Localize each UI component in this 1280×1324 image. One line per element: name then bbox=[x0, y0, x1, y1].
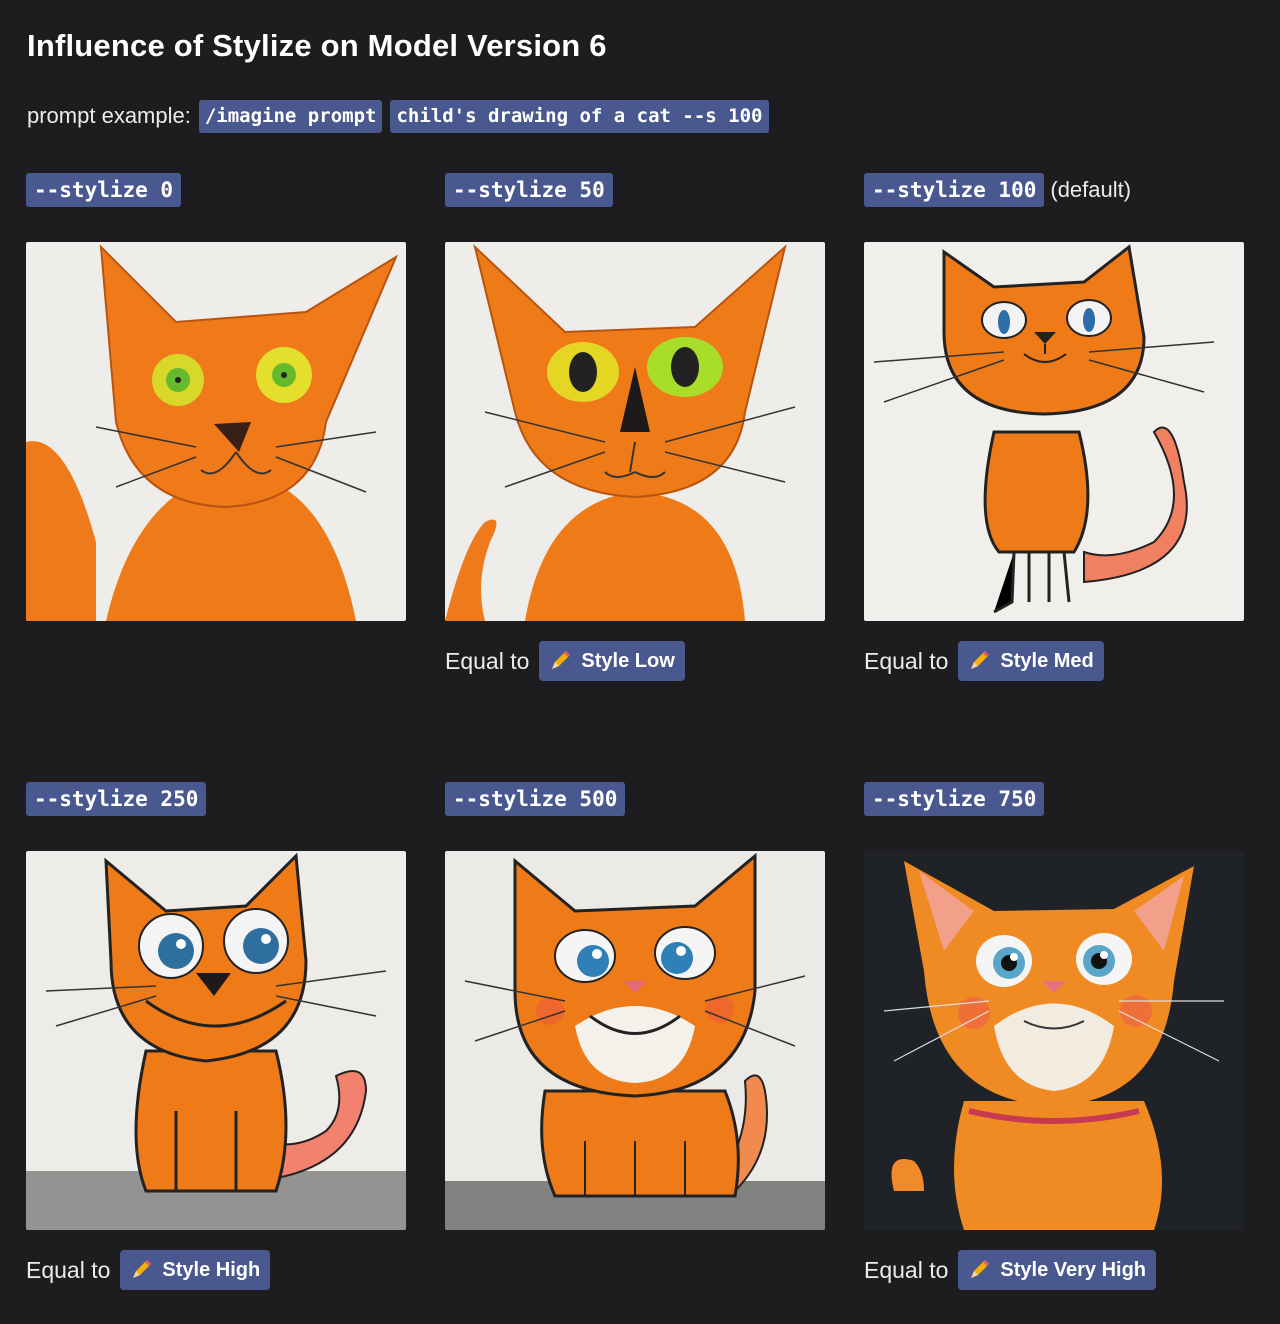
prompt-example: prompt example: /imagine prompt child's … bbox=[27, 99, 769, 133]
page-title: Influence of Stylize on Model Version 6 bbox=[27, 28, 607, 63]
style-low-button[interactable]: Style Low bbox=[539, 641, 685, 681]
equal-to-label: Equal to bbox=[864, 647, 949, 674]
cat-image-stylize-0 bbox=[26, 242, 406, 621]
stylize-param: --stylize 750 bbox=[864, 782, 1045, 816]
stylize-param: --stylize 500 bbox=[445, 782, 626, 816]
style-low-label: Style Low bbox=[581, 649, 675, 672]
prompt-command-code: /imagine prompt bbox=[198, 99, 383, 133]
pencil-icon bbox=[133, 1260, 152, 1278]
stylize-cell-50: --stylize 50 Equal to Style Low bbox=[445, 173, 825, 681]
style-high-label: Style High bbox=[162, 1258, 261, 1281]
stylize-param: --stylize 0 bbox=[26, 173, 182, 207]
stylize-cell-500: --stylize 500 bbox=[445, 782, 825, 1230]
equal-to-label: Equal to bbox=[26, 1256, 111, 1283]
style-equivalent-row: Equal to Style Very High bbox=[864, 1250, 1157, 1290]
stylize-cell-250: --stylize 250 Equal to Style High bbox=[26, 782, 406, 1290]
style-med-button[interactable]: Style Med bbox=[958, 641, 1104, 681]
style-equivalent-row: Equal to Style Med bbox=[864, 641, 1104, 681]
style-equivalent-row: Equal to Style High bbox=[26, 1250, 271, 1290]
default-note: (default) bbox=[1050, 177, 1132, 202]
cat-image-stylize-50 bbox=[445, 242, 825, 621]
style-med-label: Style Med bbox=[1000, 649, 1094, 672]
equal-to-label: Equal to bbox=[864, 1256, 949, 1283]
cat-image-stylize-500 bbox=[445, 851, 825, 1230]
stylize-cell-750: --stylize 750 Equal to Style Very High bbox=[864, 782, 1244, 1290]
stylize-param: --stylize 100 bbox=[864, 173, 1045, 207]
equal-to-label: Equal to bbox=[445, 647, 530, 674]
stylize-param: --stylize 250 bbox=[26, 782, 207, 816]
prompt-label: prompt example: bbox=[27, 103, 191, 128]
pencil-icon bbox=[971, 651, 990, 669]
stylize-param: --stylize 50 bbox=[445, 173, 613, 207]
stylize-cell-0: --stylize 0 bbox=[26, 173, 406, 621]
pencil-icon bbox=[971, 1260, 990, 1278]
cat-image-stylize-750 bbox=[864, 851, 1244, 1230]
pencil-icon bbox=[552, 651, 571, 669]
prompt-text-code: child's drawing of a cat --s 100 bbox=[390, 99, 769, 133]
style-high-button[interactable]: Style High bbox=[120, 1250, 271, 1290]
cat-image-stylize-100 bbox=[864, 242, 1244, 621]
cat-image-stylize-250 bbox=[26, 851, 406, 1230]
stylize-cell-100: --stylize 100 (default) Equal to Style M… bbox=[864, 173, 1244, 681]
style-very-high-button[interactable]: Style Very High bbox=[958, 1250, 1157, 1290]
style-very-high-label: Style Very High bbox=[1000, 1258, 1147, 1281]
style-equivalent-row: Equal to Style Low bbox=[445, 641, 685, 681]
